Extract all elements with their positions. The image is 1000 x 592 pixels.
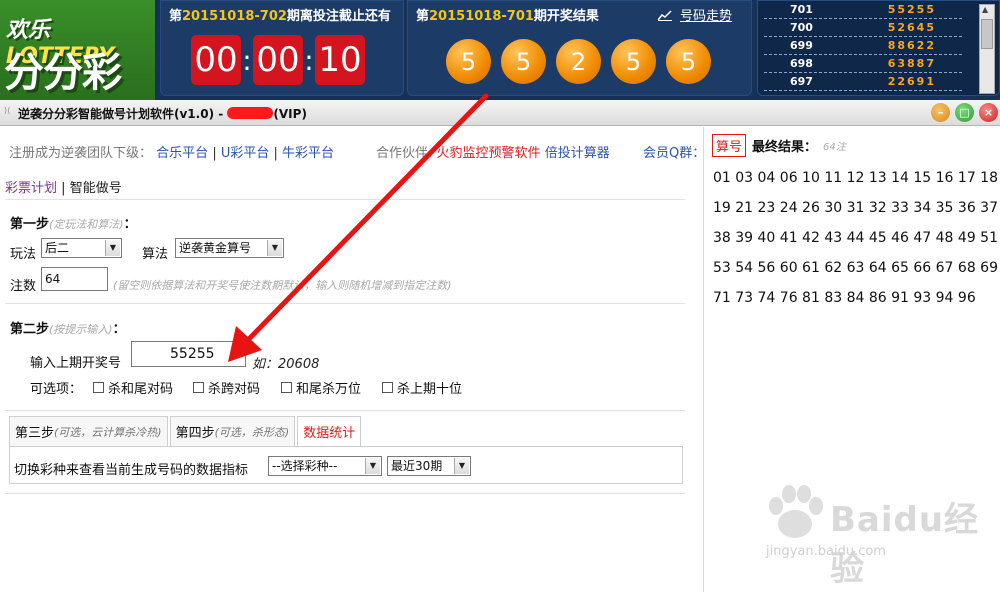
result-balls: 5 5 2 5 5 bbox=[446, 39, 711, 84]
calculate-button[interactable]: 算号 bbox=[712, 134, 747, 157]
link-bet-calculator[interactable]: 倍投计算器 bbox=[545, 146, 610, 161]
algorithm-label: 算法 bbox=[142, 247, 169, 262]
options-label: 可选项： bbox=[30, 382, 83, 397]
count-input[interactable]: 64 bbox=[41, 267, 108, 291]
chevron-down-icon: ▼ bbox=[365, 458, 380, 474]
main-left-pane: 注册成为逆袭团队下级： 合乐平台 | U彩平台 | 牛彩平台 合作伙伴: 火豹监… bbox=[0, 127, 705, 592]
partner-line: 合作伙伴: 火豹监控预警软件 倍投计算器 bbox=[376, 146, 610, 161]
checkbox[interactable] bbox=[93, 382, 104, 393]
divider bbox=[5, 303, 685, 304]
result-ball: 5 bbox=[611, 39, 656, 84]
last-draw-input[interactable]: 55255 bbox=[131, 341, 246, 367]
maximize-icon: □ bbox=[959, 106, 970, 119]
option-kill-last-ten[interactable]: 杀上期十位 bbox=[382, 378, 462, 397]
step-tabs: 第三步 (可选，云计算杀冷热) 第四步 (可选，杀形态) 数据统计 bbox=[9, 416, 363, 446]
countdown-hours: 00 bbox=[191, 35, 241, 85]
result-ball: 2 bbox=[556, 39, 601, 84]
scrollbar-thumb[interactable] bbox=[981, 19, 993, 49]
stats-description: 切换彩种来查看当前生成号码的数据指标 bbox=[14, 463, 249, 478]
link-huobao-software[interactable]: 火豹监控预警软件 bbox=[437, 146, 541, 161]
tab-step3[interactable]: 第三步 (可选，云计算杀冷热) bbox=[9, 416, 168, 446]
tab-smart-number[interactable]: 智能做号 bbox=[70, 181, 122, 196]
checkbox[interactable] bbox=[382, 382, 393, 393]
minimize-button[interactable]: – bbox=[931, 103, 950, 122]
history-row: 701 55255 bbox=[764, 1, 962, 19]
app-icon: ⟩⟨ bbox=[4, 106, 11, 115]
link-hele-platform[interactable]: 合乐平台 bbox=[156, 146, 208, 161]
history-row: 697 22691 bbox=[764, 73, 962, 91]
tab-lottery-plan[interactable]: 彩票计划 bbox=[5, 181, 57, 196]
chevron-down-icon: ▼ bbox=[267, 240, 282, 256]
divider bbox=[5, 410, 685, 411]
watermark-url: jingyan.baidu.com bbox=[766, 544, 886, 559]
final-numbers: 01 03 04 06 10 11 12 13 14 15 16 17 18 1… bbox=[713, 170, 998, 306]
history-scrollbar[interactable]: ▲ bbox=[979, 4, 995, 94]
data-stats-panel: 切换彩种来查看当前生成号码的数据指标 --选择彩种-- ▼ 最近30期 ▼ bbox=[9, 446, 683, 484]
count-hint: (留空则依据算法和开奖号使注数期默认，输入则随机增减到指定注数) bbox=[113, 279, 452, 292]
history-row: 700 52645 bbox=[764, 19, 962, 37]
algorithm-select[interactable]: 逆袭黄金算号 ▼ bbox=[175, 238, 284, 258]
trend-link[interactable]: 号码走势 bbox=[657, 5, 732, 24]
option-kill-span[interactable]: 杀跨对码 bbox=[193, 378, 260, 397]
option-sum-tail-kill-wan[interactable]: 和尾杀万位 bbox=[281, 378, 361, 397]
option-kill-sum-tail[interactable]: 杀和尾对码 bbox=[93, 378, 173, 397]
link-ucai-platform[interactable]: U彩平台 bbox=[221, 146, 270, 161]
logo-title: 分分彩 bbox=[4, 50, 122, 96]
step1-heading: 第一步(定玩法和算法)： bbox=[10, 217, 137, 232]
window-title: 逆袭分分彩智能做号计划软件(v1.0) - (VIP) bbox=[18, 107, 307, 121]
colon-separator: : bbox=[242, 43, 252, 77]
result-header: 算号 最终结果： 64注 bbox=[712, 134, 846, 157]
close-icon: × bbox=[983, 106, 994, 119]
close-button[interactable]: × bbox=[979, 103, 998, 122]
result-ball: 5 bbox=[666, 39, 711, 84]
step2-heading: 第二步(按提示输入)： bbox=[10, 322, 126, 337]
example-text: 如：20608 bbox=[252, 357, 320, 372]
countdown-minutes: 00 bbox=[253, 35, 303, 85]
watermark-brand: Baidu经验 bbox=[830, 500, 980, 589]
countdown-seconds: 10 bbox=[315, 35, 365, 85]
divider bbox=[5, 493, 685, 494]
countdown-timer: 00 : 00 : 10 bbox=[191, 35, 365, 85]
history-list: 701 55255 700 52645 699 88622 698 63887 697 2… bbox=[758, 1, 968, 91]
divider bbox=[5, 199, 685, 200]
register-line: 注册成为逆袭团队下级： 合乐平台 | U彩平台 | 牛彩平台 bbox=[9, 146, 335, 161]
results-title: 第20151018-701期开奖结果 bbox=[416, 9, 599, 24]
play-label: 玩法 bbox=[10, 247, 37, 262]
redacted-mark bbox=[227, 107, 274, 119]
minimize-icon: – bbox=[937, 106, 944, 119]
link-niucai-platform[interactable]: 牛彩平台 bbox=[282, 146, 334, 161]
member-qq-group[interactable]: 会员Q群： bbox=[643, 142, 705, 161]
results-panel: 第20151018-701期开奖结果 号码走势 5 5 2 5 5 bbox=[407, 0, 752, 96]
colon-separator: : bbox=[304, 43, 314, 77]
paw-icon bbox=[769, 485, 823, 538]
history-row: 699 88622 bbox=[764, 37, 962, 55]
history-row: 698 63887 bbox=[764, 55, 962, 73]
chart-icon bbox=[657, 10, 672, 21]
baidu-watermark: Baidu经验 jingyan.baidu.com bbox=[760, 482, 990, 589]
final-result-title: 最终结果： bbox=[752, 140, 818, 155]
result-ball: 5 bbox=[501, 39, 546, 84]
result-count: 64注 bbox=[823, 142, 846, 153]
window-titlebar: ⟩⟨ 逆袭分分彩智能做号计划软件(v1.0) - (VIP) – □ × bbox=[0, 100, 1000, 126]
chevron-down-icon: ▼ bbox=[454, 458, 469, 474]
play-select[interactable]: 后二 ▼ bbox=[41, 238, 122, 258]
history-panel: 701 55255 700 52645 699 88622 698 63887 697 2… bbox=[757, 0, 1000, 96]
countdown-panel: 第20151018-702期离投注截止还有 00 : 00 : 10 bbox=[160, 0, 404, 96]
tab-step4[interactable]: 第四步 (可选，杀形态) bbox=[169, 416, 296, 446]
chevron-down-icon: ▼ bbox=[105, 240, 120, 256]
result-ball: 5 bbox=[446, 39, 491, 84]
countdown-title: 第20151018-702期离投注截止还有 bbox=[169, 9, 391, 24]
mode-switch: 彩票计划 | 智能做号 bbox=[5, 181, 122, 196]
last-draw-label: 输入上期开奖号 bbox=[30, 356, 122, 371]
scroll-up-icon[interactable]: ▲ bbox=[982, 5, 988, 14]
lottery-logo: 欢乐 LOTTERY 分分彩 bbox=[0, 0, 155, 100]
maximize-button[interactable]: □ bbox=[955, 103, 974, 122]
period-select[interactable]: 最近30期 ▼ bbox=[387, 456, 471, 476]
count-label: 注数 bbox=[10, 279, 37, 294]
top-banner: 欢乐 LOTTERY 分分彩 第20151018-702期离投注截止还有 00 … bbox=[0, 0, 1000, 100]
lottery-type-select[interactable]: --选择彩种-- ▼ bbox=[268, 456, 382, 476]
tab-data-stats[interactable]: 数据统计 bbox=[297, 416, 362, 446]
checkbox[interactable] bbox=[281, 382, 292, 393]
checkbox[interactable] bbox=[193, 382, 204, 393]
